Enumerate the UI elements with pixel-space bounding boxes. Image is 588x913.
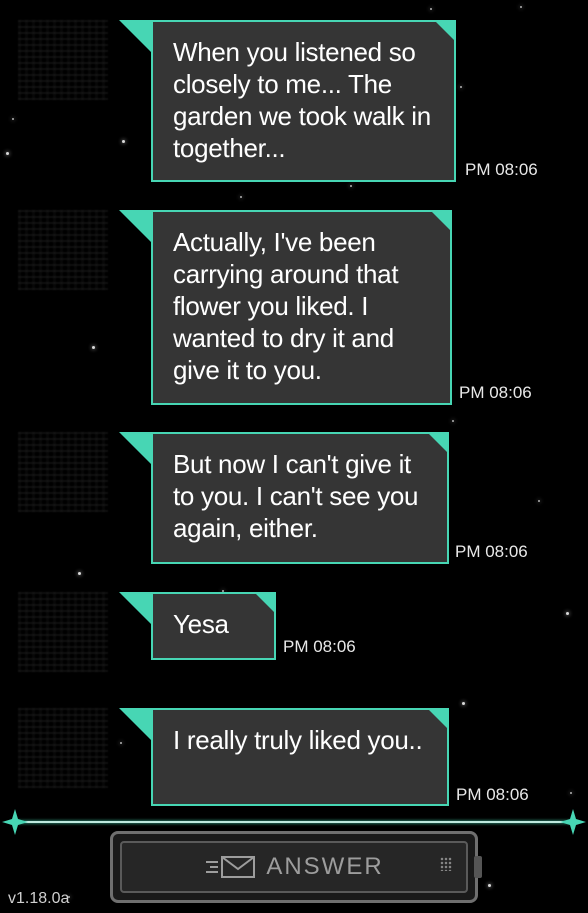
message-bubble: But now I can't give it to you. I can't … xyxy=(151,432,449,564)
message-bubble: Actually, I've been carrying around that… xyxy=(151,210,452,405)
message-time: PM 08:06 xyxy=(455,542,528,561)
divider-line xyxy=(14,821,574,823)
sender-avatar xyxy=(18,20,108,100)
corner-dots-decoration xyxy=(440,857,452,871)
message-text: Yesa xyxy=(173,609,229,639)
left-diamond-icon xyxy=(2,809,28,835)
message-text: But now I can't give it to you. I can't … xyxy=(173,449,419,543)
message-text: Actually, I've been carrying around that… xyxy=(173,227,399,385)
message-time: PM 08:06 xyxy=(283,637,356,656)
version-label: v1.18.0a xyxy=(8,890,70,907)
message-bubble: Yesa xyxy=(151,592,276,660)
answer-button[interactable]: ANSWER xyxy=(110,831,482,903)
sender-avatar xyxy=(18,708,108,788)
bubble-tail xyxy=(119,708,155,744)
sender-avatar xyxy=(18,592,108,672)
message-time: PM 08:06 xyxy=(465,160,538,179)
right-diamond-icon xyxy=(560,809,586,835)
answer-button-inner[interactable]: ANSWER xyxy=(120,841,468,893)
message-text: When you listened so closely to me... Th… xyxy=(173,37,431,163)
bubble-tail xyxy=(119,20,155,56)
mail-icon xyxy=(206,856,256,878)
sender-avatar xyxy=(18,210,108,290)
message-text: I really truly liked you.. xyxy=(173,725,423,755)
sender-avatar xyxy=(18,432,108,512)
bubble-tail xyxy=(119,432,155,468)
answer-button-label: ANSWER xyxy=(266,853,384,880)
bubble-tail xyxy=(119,592,155,628)
message-bubble: When you listened so closely to me... Th… xyxy=(151,20,456,182)
message-bubble: I really truly liked you.. xyxy=(151,708,449,806)
bubble-tail xyxy=(119,210,155,246)
message-time: PM 08:06 xyxy=(459,383,532,402)
button-knob xyxy=(474,856,482,878)
message-time: PM 08:06 xyxy=(456,785,529,804)
